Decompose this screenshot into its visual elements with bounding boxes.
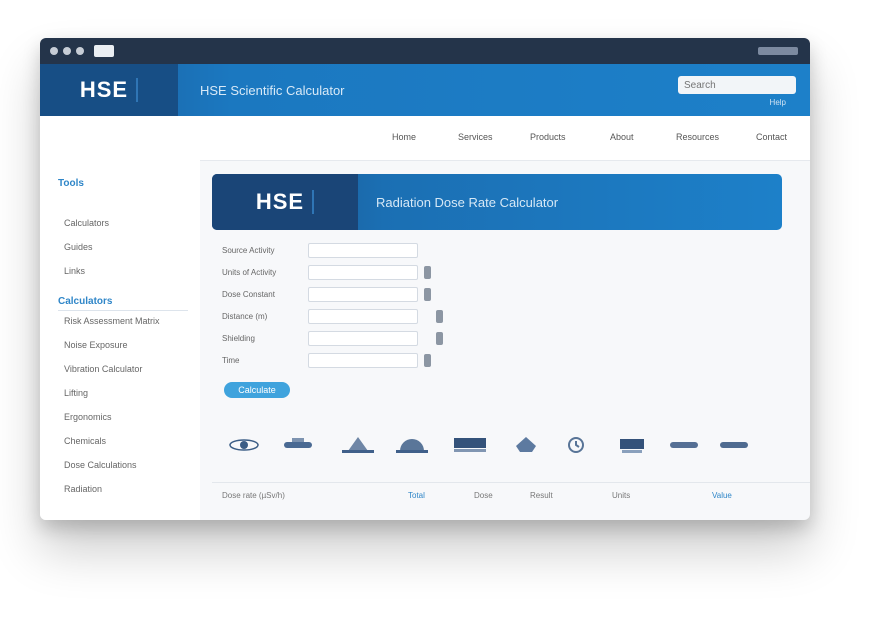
nav-item-home[interactable]: Home [392, 132, 416, 142]
nav-item-about[interactable]: About [610, 132, 634, 142]
form-row: Time [222, 352, 482, 374]
calculator-title: Radiation Dose Rate Calculator [376, 194, 559, 210]
help-link[interactable]: Help [770, 98, 786, 107]
result-link[interactable]: Value [712, 491, 732, 500]
sidebar: Tools Calculators Guides Links Calculato… [40, 160, 200, 520]
result-link[interactable]: Total [408, 491, 425, 500]
chart-icon [612, 434, 652, 456]
clock-icon [556, 434, 596, 456]
calculator-logo: HSE [212, 174, 358, 230]
results-panel: Dose rate (µSv/h) Total Dose Result Unit… [212, 426, 810, 520]
site-title: HSE Scientific Calculator [200, 82, 345, 98]
chart-icon [664, 434, 704, 456]
sidebar-divider [58, 310, 188, 311]
quantity-stepper[interactable] [436, 310, 443, 323]
quantity-stepper[interactable] [436, 332, 443, 345]
field-label: Source Activity [222, 246, 275, 255]
flask-icon [338, 434, 378, 456]
calculator-logo-text: HSE [255, 189, 305, 214]
calculator-banner: HSE Radiation Dose Rate Calculator [212, 174, 782, 230]
distance-input[interactable] [308, 309, 418, 324]
sidebar-item-links[interactable]: Links [64, 266, 85, 276]
field-label: Time [222, 356, 240, 365]
main-content: HSE Radiation Dose Rate Calculator Sourc… [212, 160, 810, 520]
minimize-window-button[interactable] [63, 47, 71, 55]
result-cell: Result [530, 491, 553, 500]
search-input[interactable] [678, 76, 796, 94]
app-tab[interactable] [94, 45, 114, 57]
nav-item-products[interactable]: Products [530, 132, 566, 142]
gauge-icon [392, 434, 432, 456]
site-banner: HSE HSE Scientific Calculator Help [40, 64, 810, 116]
maximize-window-button[interactable] [76, 47, 84, 55]
sidebar-heading-tools: Tools [58, 178, 84, 189]
nav-item-resources[interactable]: Resources [676, 132, 719, 142]
beaker-icon [278, 434, 318, 456]
calculator-form: Source Activity Units of Activity Dose C… [222, 242, 482, 374]
sidebar-item-chemicals[interactable]: Chemicals [64, 436, 106, 446]
close-window-button[interactable] [50, 47, 58, 55]
sidebar-item-calculators[interactable]: Calculators [64, 218, 109, 228]
logo-text: HSE [79, 77, 129, 102]
dose-constant-select[interactable] [308, 287, 418, 302]
chart-icon [714, 434, 754, 456]
chevron-down-icon[interactable] [424, 288, 431, 301]
form-row: Distance (m) [222, 308, 482, 330]
sidebar-item-lifting[interactable]: Lifting [64, 388, 88, 398]
titlebar-status [758, 47, 798, 55]
logo-divider [136, 78, 139, 102]
shield-icon [506, 434, 546, 456]
table-row: Dose rate (µSv/h) Total Dose Result Unit… [212, 482, 810, 520]
sidebar-item-radiation[interactable]: Radiation [64, 484, 102, 494]
result-cell: Dose [474, 491, 493, 500]
chevron-down-icon[interactable] [424, 266, 431, 279]
form-row: Source Activity [222, 242, 482, 264]
sidebar-item-risk-matrix[interactable]: Risk Assessment Matrix [64, 316, 160, 326]
title-bar [40, 38, 810, 64]
form-row: Dose Constant [222, 286, 482, 308]
sidebar-item-dose[interactable]: Dose Calculations [64, 460, 137, 470]
form-row: Units of Activity [222, 264, 482, 286]
chevron-down-icon[interactable] [424, 354, 431, 367]
result-cell: Units [612, 491, 631, 500]
source-activity-input[interactable] [308, 243, 418, 258]
sidebar-item-ergonomics[interactable]: Ergonomics [64, 412, 112, 422]
sidebar-heading-calculators: Calculators [58, 296, 113, 307]
calculator-logo-divider [312, 190, 315, 214]
app-window: HSE HSE Scientific Calculator Help Home … [40, 38, 810, 520]
site-logo[interactable]: HSE [40, 64, 178, 116]
sidebar-item-noise[interactable]: Noise Exposure [64, 340, 128, 350]
ruler-icon [450, 434, 490, 456]
nav-item-contact[interactable]: Contact [756, 132, 787, 142]
atom-icon [224, 434, 264, 456]
top-navigation: Home Services Products About Resources C… [40, 116, 810, 161]
time-select[interactable] [308, 353, 418, 368]
field-label: Shielding [222, 334, 255, 343]
window-controls [50, 47, 84, 55]
field-label: Distance (m) [222, 312, 268, 321]
form-row: Shielding [222, 330, 482, 352]
sidebar-item-vibration[interactable]: Vibration Calculator [64, 364, 142, 374]
calculate-button[interactable]: Calculate [224, 382, 290, 398]
result-cell: Dose rate (µSv/h) [222, 491, 285, 500]
sidebar-item-guides[interactable]: Guides [64, 242, 93, 252]
field-label: Units of Activity [222, 268, 277, 277]
nav-item-services[interactable]: Services [458, 132, 493, 142]
activity-units-select[interactable] [308, 265, 418, 280]
field-label: Dose Constant [222, 290, 275, 299]
shielding-input[interactable] [308, 331, 418, 346]
